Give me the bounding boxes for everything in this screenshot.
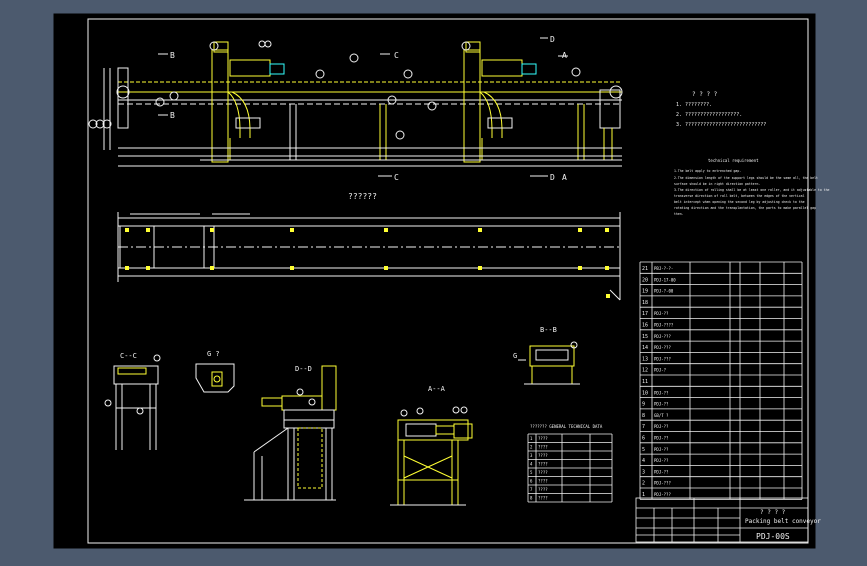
bom-row-code: PDJ-?	[654, 368, 667, 373]
spec-row-label: ????	[538, 496, 548, 501]
requirement-line-5: transverse direction of roll belt, betwe…	[674, 194, 805, 198]
cad-drawing: B B C C D D A A ?????? C--C G ? D--D A--…	[53, 13, 830, 549]
bom-row-no: 14	[642, 345, 648, 351]
bom-row-no: 20	[642, 277, 648, 283]
bom-row-no: 5	[642, 447, 645, 453]
section-mark-d-top: D	[550, 35, 555, 44]
title-block-drawing-no: PDJ-00S	[756, 532, 790, 541]
bom-row-no: 1	[642, 492, 645, 498]
bom-row-code: PDJ-???	[654, 492, 671, 497]
bom-row-code: PDJ-??	[654, 424, 669, 429]
requirement-line-7: rotating direction and the transplantati…	[674, 206, 816, 210]
section-mark-c-bottom: C	[394, 173, 399, 182]
bom-row-code: PDJ-???	[654, 334, 671, 339]
plan-view-title: ??????	[348, 192, 377, 201]
bom-row-no: 2	[642, 481, 645, 487]
section-mark-a-top: A	[562, 51, 567, 60]
bom-row-no: 19	[642, 289, 648, 295]
bom-row-no: 11	[642, 379, 648, 385]
spec-row-label: ????	[538, 479, 548, 484]
title-block-project-cn: ? ? ? ?	[760, 509, 786, 516]
title-block-project-en: Packing belt conveyor	[745, 518, 821, 525]
section-mark-b-bottom: B	[170, 111, 175, 120]
tech-note-line-3: 3. ???????????????????????????	[676, 122, 766, 128]
requirement-line-6: belt intercept when opening the second l…	[674, 200, 805, 204]
section-aa-title: A--A	[428, 385, 446, 393]
spec-row-label: ????	[538, 487, 548, 492]
section-mark-b-top: B	[170, 51, 175, 60]
bom-row-code: PDJ-??	[654, 436, 669, 441]
bom-row-no: 16	[642, 323, 648, 329]
bom-row-no: 7	[642, 424, 645, 430]
bom-row-no: 15	[642, 334, 648, 340]
bom-row-code: PDJ-??	[654, 402, 669, 407]
requirement-line-2: 2.The dimension length of the support le…	[674, 176, 818, 180]
spec-row-label: ????	[538, 470, 548, 475]
requirement-line-4: 3.The direction of rolling shall be at l…	[674, 188, 830, 192]
section-g-small-label: G	[513, 352, 517, 360]
requirement-line-1: 1.The belt apply to entrenched gap.	[674, 169, 741, 173]
bom-row-no: 10	[642, 390, 648, 396]
bom-row-code: PDJ-??	[654, 311, 669, 316]
section-mark-a-bottom: A	[562, 173, 567, 182]
bom-row-no: 13	[642, 356, 648, 362]
tech-note-line-2: 2. ??????????????????.	[676, 112, 742, 118]
section-cc-title: C--C	[120, 352, 137, 360]
bom-row-no: 6	[642, 436, 645, 442]
section-dd-title: D--D	[295, 365, 312, 373]
bom-row-code: PDJ-??	[654, 447, 669, 452]
bom-row-code: GB/T ?	[654, 413, 669, 418]
bom-row-code: PDJ-????	[654, 323, 674, 328]
cad-viewport[interactable]: B B C C D D A A ?????? C--C G ? D--D A--…	[0, 0, 867, 562]
bom-row-no: 17	[642, 311, 648, 317]
bom-row-code: PDJ-???	[654, 345, 671, 350]
section-mark-c-top: C	[394, 51, 399, 60]
spec-row-label: ????	[538, 462, 548, 467]
bom-row-code: PDJ-17-00	[654, 277, 676, 282]
requirements-title: technical requirement	[708, 158, 759, 163]
bom-row-code: PDJ-?-00	[654, 289, 674, 294]
bom-row-no: 18	[642, 300, 648, 306]
bom-row-no: 3	[642, 469, 645, 475]
section-g-title: G ?	[207, 350, 220, 358]
spec-row-label: ????	[538, 453, 548, 458]
bom-row-no: 9	[642, 402, 645, 408]
bom-row-code: PBJ-?-?-	[654, 266, 673, 271]
bom-row-code: PDJ-???	[654, 481, 671, 486]
section-bb-title: B--B	[540, 326, 557, 334]
requirement-line-8: then.	[674, 212, 684, 216]
bom-row-code: PDJ-???	[654, 356, 671, 361]
bom-row-no: 12	[642, 368, 648, 374]
tech-notes-title: ? ? ? ?	[692, 91, 718, 98]
spec-table-title: ??????? GENERAL TECHNICAL DATA	[530, 424, 603, 429]
bom-row-no: 21	[642, 266, 648, 272]
spec-row-label: ????	[538, 445, 548, 450]
requirement-line-3: surface should be in right direction pat…	[674, 182, 760, 186]
bom-row-code: PDJ-??	[654, 469, 669, 474]
section-mark-d-bottom: D	[550, 173, 555, 182]
bom-row-code: PDJ-??	[654, 390, 669, 395]
bom-row-code: PDJ-??	[654, 458, 669, 463]
tech-note-line-1: 1. ????????.	[676, 102, 712, 108]
spec-row-label: ????	[538, 436, 548, 441]
bom-row-no: 4	[642, 458, 645, 464]
bom-row-no: 8	[642, 413, 645, 419]
